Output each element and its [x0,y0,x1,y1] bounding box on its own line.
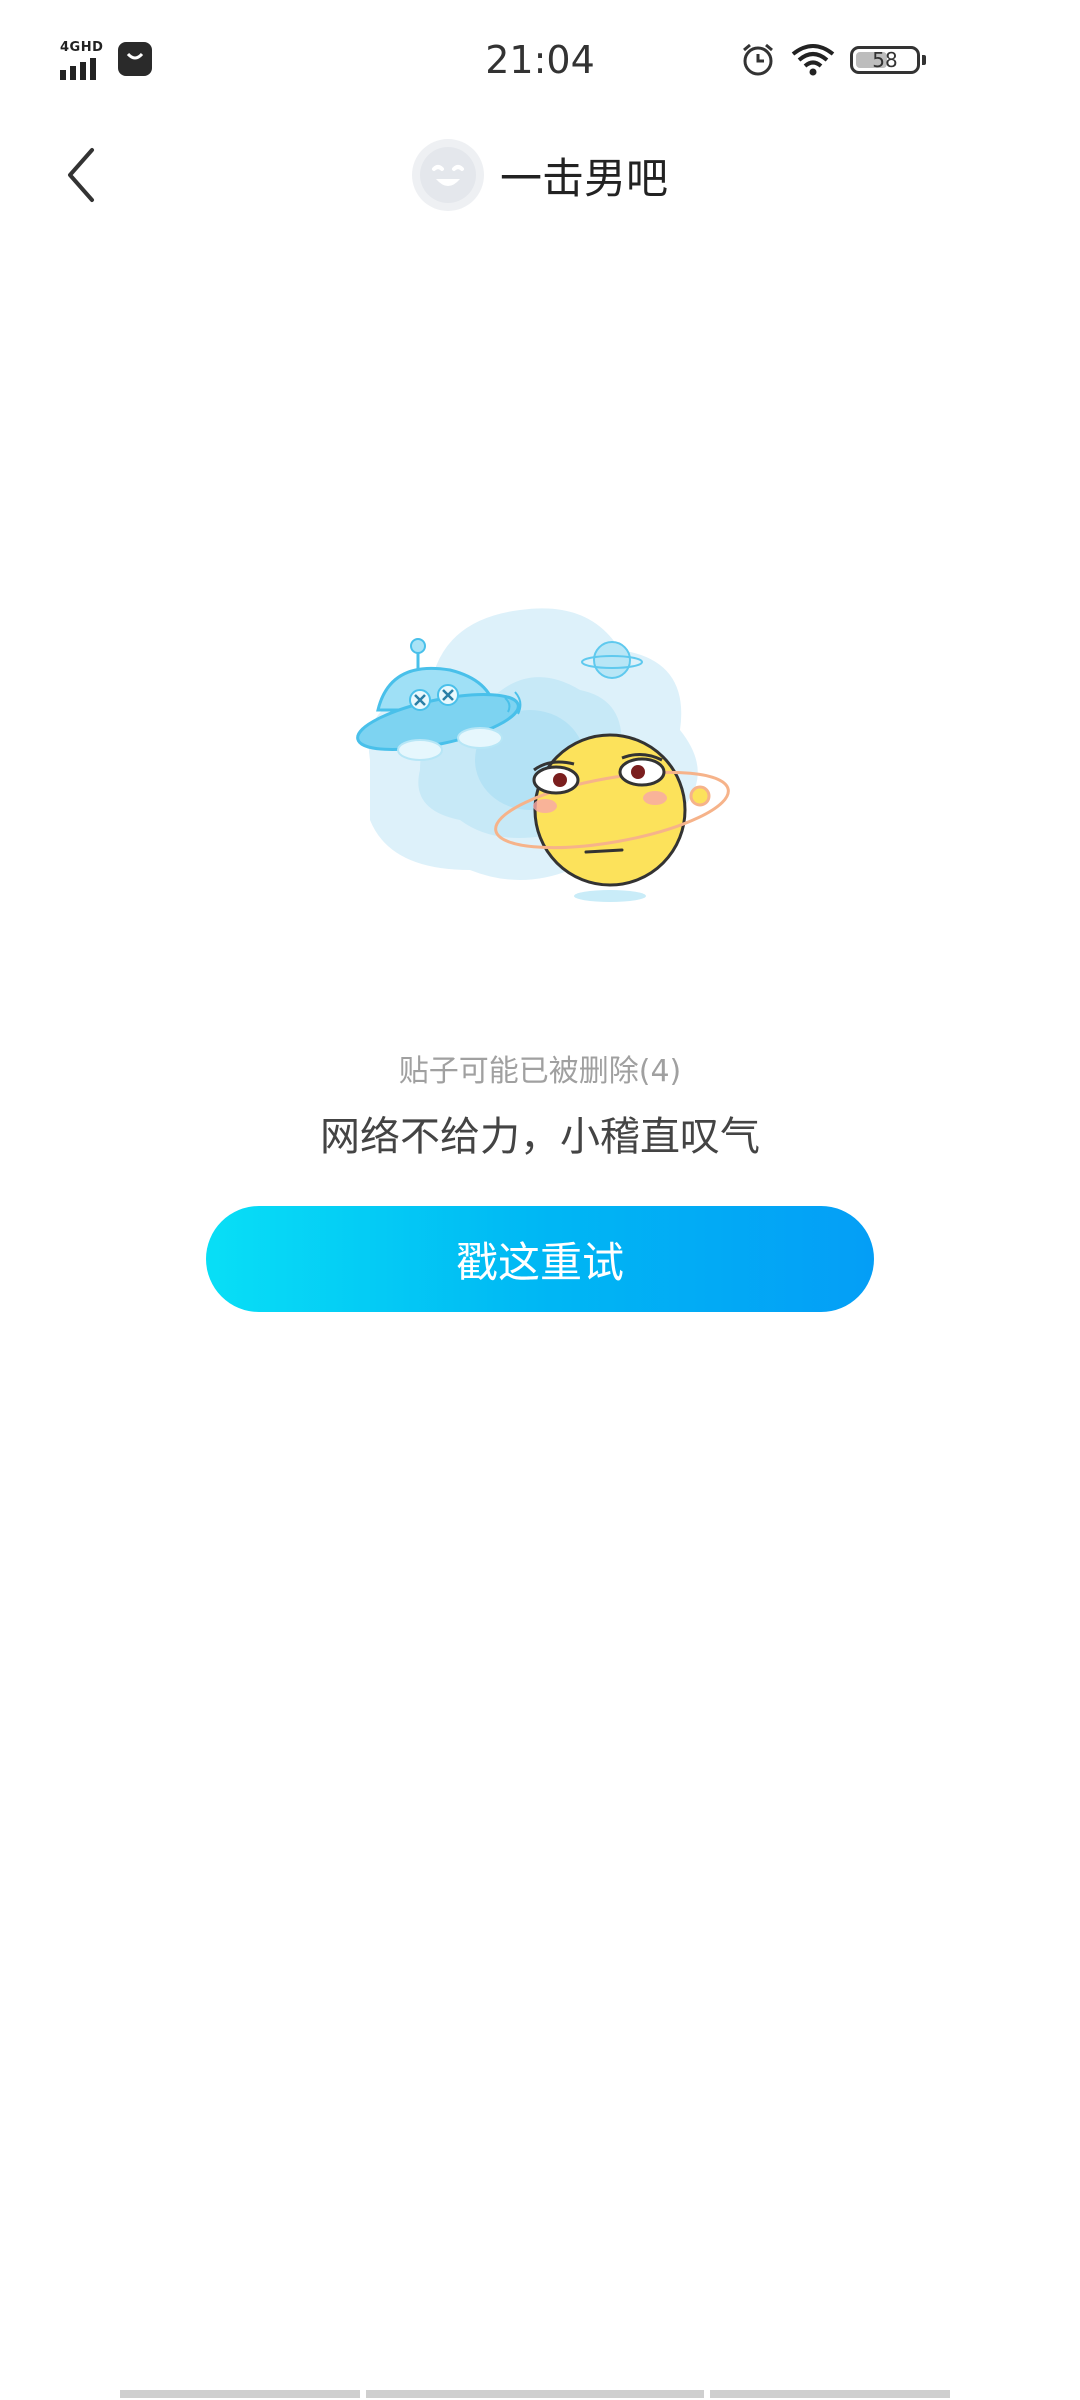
wifi-icon [791,44,835,76]
title-group: 一击男吧 [0,139,1080,211]
battery-tip [922,55,926,65]
battery-icon: 58 [850,46,920,74]
retry-button-label: 戳这重试 [455,1237,624,1287]
laughing-face-icon [419,147,476,203]
status-right-group: 58 [740,40,940,80]
ufo-and-planet-illustration [356,608,730,902]
status-bar: 4GHD 21:04 58 [0,0,1080,120]
page-title: 一击男吧 [499,153,668,203]
error-main-message: 网络不给力，小稽直叹气 [320,1114,760,1160]
battery-percent: 58 [872,48,898,72]
error-sub-message: 贴子可能已被删除(4) [398,1054,682,1089]
retry-button[interactable]: 戳这重试 [206,1206,874,1312]
avatar[interactable] [411,139,484,211]
bottom-indicator [120,2390,960,2398]
header: 一击男吧 [0,120,1080,230]
alarm-icon [743,43,773,76]
indicator-segment [366,2390,704,2398]
indicator-segment [120,2390,360,2398]
page: 4GHD 21:04 58 一击男吧 贴子可能已被删除(4) 网络不给力，小稽直… [0,0,1080,2400]
indicator-segment [710,2390,950,2398]
